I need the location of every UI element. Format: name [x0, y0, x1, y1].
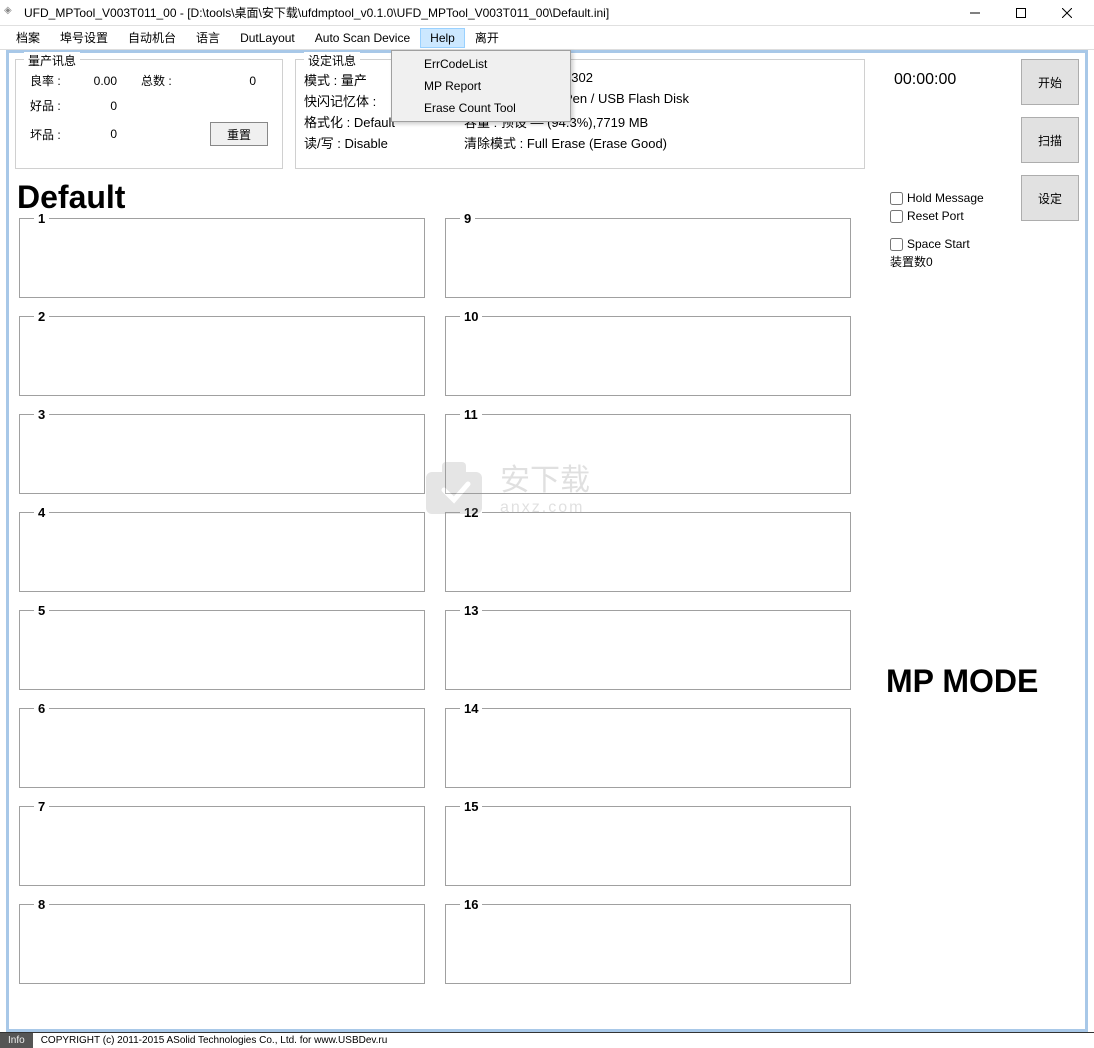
slot-number: 9: [460, 211, 475, 226]
mode-label: 模式 :: [304, 73, 341, 88]
slot-2[interactable]: 2: [19, 316, 425, 396]
right-panel: 00:00:00 开始 扫描 设定 Hold Message Reset Por…: [882, 53, 1085, 1029]
slot-5[interactable]: 5: [19, 610, 425, 690]
slot-number: 14: [460, 701, 482, 716]
mp-mode-label: MP MODE: [886, 663, 1038, 700]
menu-port[interactable]: 埠号设置: [50, 26, 118, 49]
settings-group: 设定讯息 模式 : 量产 1302 快闪记忆体 : Pen / USB Flas…: [295, 59, 865, 169]
erase-label: 清除模式 :: [464, 136, 527, 151]
flash-label: 快闪记忆体 :: [304, 94, 376, 109]
help-dropdown: ErrCodeList MP Report Erase Count Tool: [391, 50, 571, 122]
menu-errcodelist[interactable]: ErrCodeList: [394, 53, 568, 75]
bad-label: 坏品 :: [24, 118, 77, 150]
slot-7[interactable]: 7: [19, 806, 425, 886]
scan-button[interactable]: 扫描: [1021, 117, 1079, 163]
good-label: 好品 :: [24, 93, 77, 118]
bottom-strip: Info COPYRIGHT (c) 2011-2015 ASolid Tech…: [0, 1032, 1094, 1048]
slot-9[interactable]: 9: [445, 218, 851, 298]
production-group: 量产讯息 良率 : 0.00 总数 : 0 好品 : 0 坏品 : 0: [15, 59, 283, 169]
slot-12[interactable]: 12: [445, 512, 851, 592]
slot-number: 15: [460, 799, 482, 814]
slot-number: 4: [34, 505, 49, 520]
slot-number: 12: [460, 505, 482, 520]
space-start-label: Space Start: [907, 237, 970, 251]
rw-value: Disable: [344, 136, 387, 151]
settings-title: 设定讯息: [304, 52, 360, 69]
maximize-button[interactable]: [998, 0, 1044, 26]
slot-1[interactable]: 1: [19, 218, 425, 298]
slot-number: 5: [34, 603, 49, 618]
good-value: 0: [77, 93, 135, 118]
slot-number: 13: [460, 603, 482, 618]
reset-port-checkbox[interactable]: [890, 210, 903, 223]
total-label: 总数 :: [135, 68, 188, 93]
minimize-button[interactable]: [952, 0, 998, 26]
slot-number: 11: [460, 407, 482, 422]
slot-13[interactable]: 13: [445, 610, 851, 690]
pen-value: Pen / USB Flash Disk: [564, 91, 689, 106]
bottom-copyright: COPYRIGHT (c) 2011-2015 ASolid Technolog…: [33, 1033, 1094, 1048]
main-area: 量产讯息 良率 : 0.00 总数 : 0 好品 : 0 坏品 : 0: [6, 50, 1088, 1032]
slot-8[interactable]: 8: [19, 904, 425, 984]
slot-number: 7: [34, 799, 49, 814]
slot-3[interactable]: 3: [19, 414, 425, 494]
slot-11[interactable]: 11: [445, 414, 851, 494]
setting-button[interactable]: 设定: [1021, 175, 1079, 221]
mode-value: 量产: [341, 73, 367, 88]
device-count: 装置数0: [886, 253, 1081, 270]
slot-number: 2: [34, 309, 49, 324]
reset-button[interactable]: 重置: [210, 122, 268, 146]
menu-help[interactable]: Help: [420, 28, 465, 48]
menu-auto[interactable]: 自动机台: [118, 26, 186, 49]
slot-10[interactable]: 10: [445, 316, 851, 396]
menu-file[interactable]: 档案: [6, 26, 50, 49]
menu-exit[interactable]: 离开: [465, 26, 509, 49]
menu-erasecount[interactable]: Erase Count Tool: [394, 97, 568, 119]
bottom-info: Info: [0, 1033, 33, 1048]
slot-4[interactable]: 4: [19, 512, 425, 592]
format-label: 格式化 :: [304, 115, 354, 130]
yield-value: 0.00: [77, 68, 135, 93]
app-icon: ◈: [4, 5, 20, 21]
close-button[interactable]: [1044, 0, 1090, 26]
reset-port-label: Reset Port: [907, 209, 964, 223]
start-button[interactable]: 开始: [1021, 59, 1079, 105]
bad-value: 0: [77, 118, 135, 150]
production-title: 量产讯息: [24, 52, 80, 69]
erase-value: Full Erase (Erase Good): [527, 136, 667, 151]
hold-message-checkbox[interactable]: [890, 192, 903, 205]
slot-number: 16: [460, 897, 482, 912]
slot-number: 3: [34, 407, 49, 422]
rw-label: 读/写 :: [304, 136, 344, 151]
window-title: UFD_MPTool_V003T011_00 - [D:\tools\桌面\安下…: [24, 4, 952, 21]
slot-number: 6: [34, 701, 49, 716]
menu-lang[interactable]: 语言: [186, 26, 230, 49]
slot-6[interactable]: 6: [19, 708, 425, 788]
slot-number: 8: [34, 897, 49, 912]
space-start-checkbox[interactable]: [890, 238, 903, 251]
slot-14[interactable]: 14: [445, 708, 851, 788]
menu-mpreport[interactable]: MP Report: [394, 75, 568, 97]
slot-15[interactable]: 15: [445, 806, 851, 886]
menubar: 档案 埠号设置 自动机台 语言 DutLayout Auto Scan Devi…: [0, 26, 1094, 50]
total-value: 0: [188, 68, 274, 93]
yield-label: 良率 :: [24, 68, 77, 93]
slot-number: 10: [460, 309, 482, 324]
menu-dutlayout[interactable]: DutLayout: [230, 28, 305, 48]
format-value: Default: [354, 115, 395, 130]
titlebar: ◈ UFD_MPTool_V003T011_00 - [D:\tools\桌面\…: [0, 0, 1094, 26]
menu-autoscan[interactable]: Auto Scan Device: [305, 28, 420, 48]
hold-label: Hold Message: [907, 191, 984, 205]
slot-number: 1: [34, 211, 49, 226]
slot-16[interactable]: 16: [445, 904, 851, 984]
